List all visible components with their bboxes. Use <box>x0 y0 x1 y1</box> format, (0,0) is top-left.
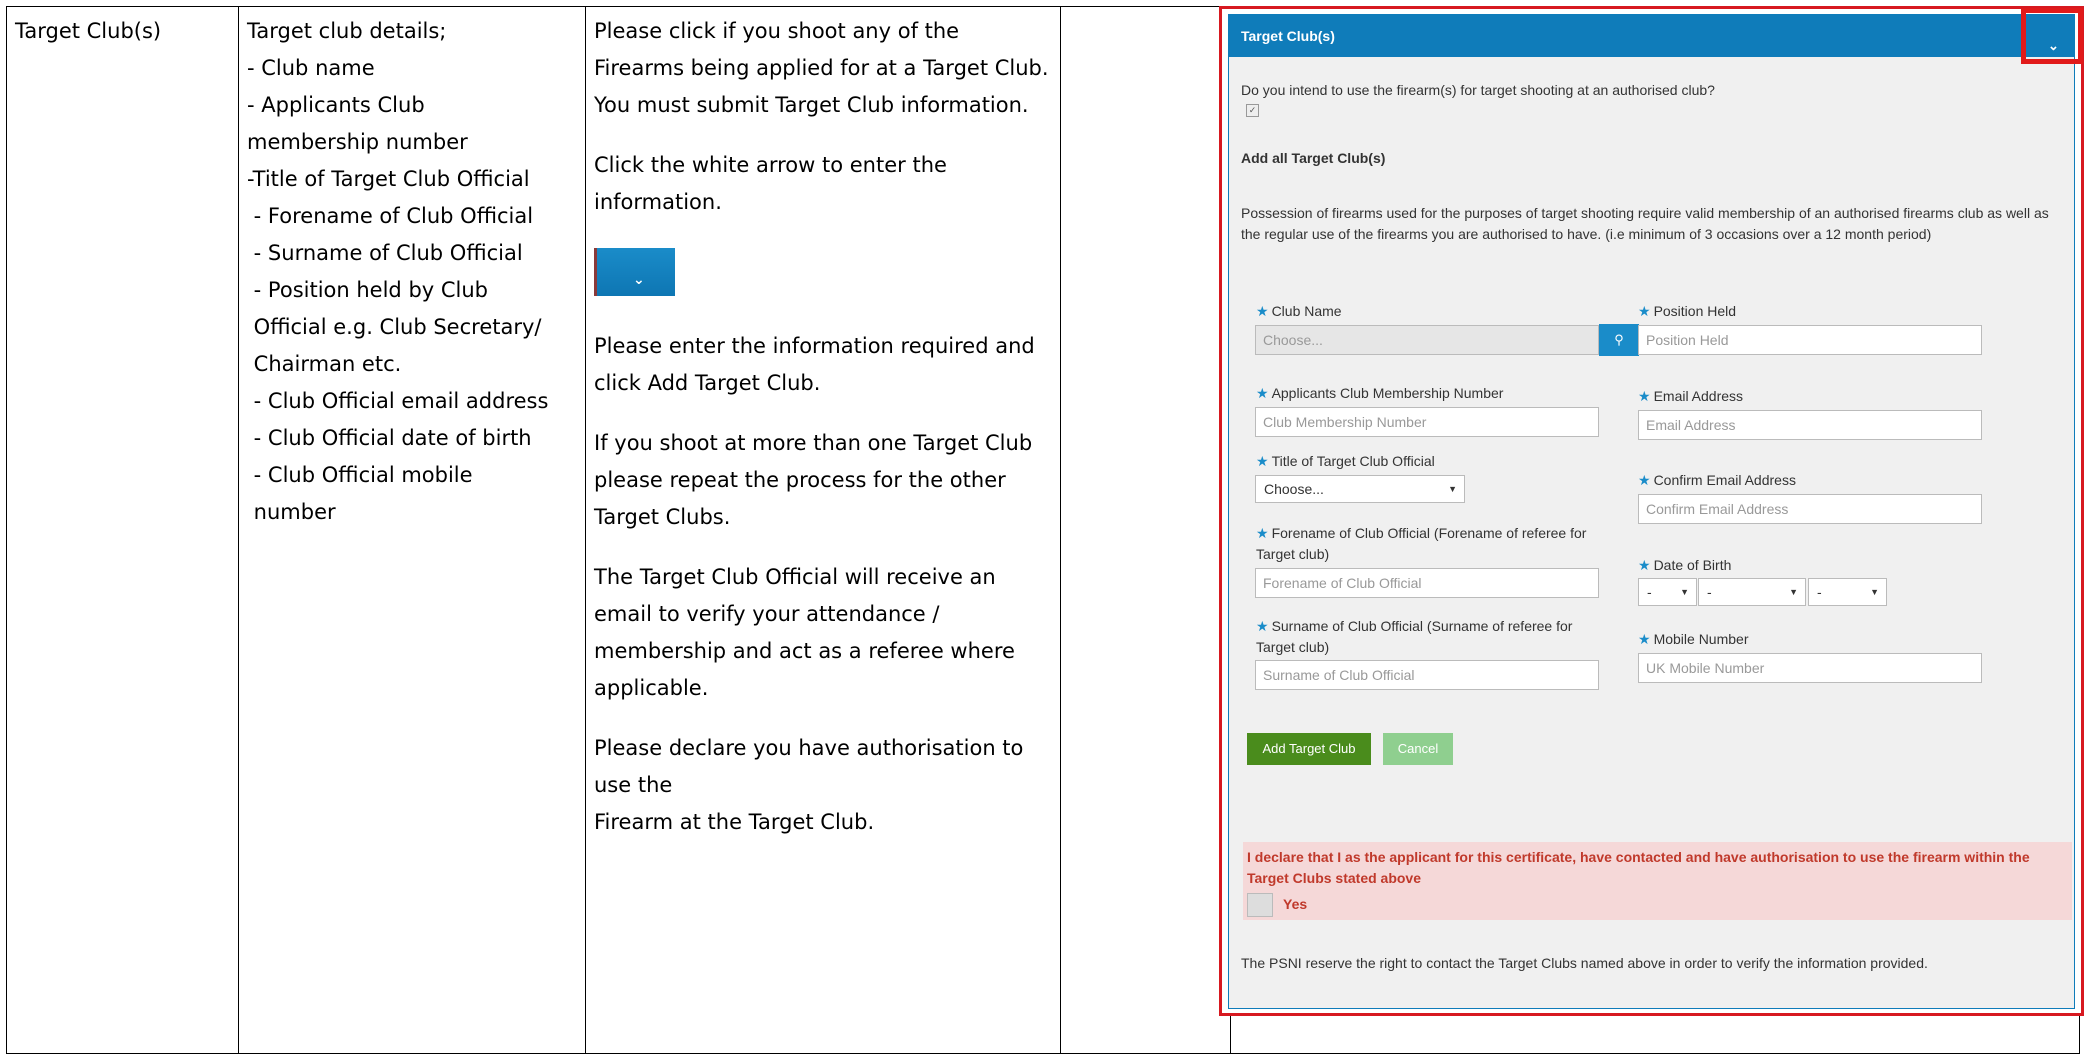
chevron-down-icon: ⌄ <box>2048 38 2059 53</box>
mobile-input[interactable]: UK Mobile Number <box>1638 653 1982 683</box>
instruction-paragraph: Please enter the information required an… <box>594 334 1035 395</box>
surname-input[interactable]: Surname of Club Official <box>1255 660 1599 690</box>
detail-line: -Title of Target Club Official <box>247 167 530 191</box>
add-target-club-button[interactable]: Add Target Club <box>1247 733 1371 765</box>
expand-toggle[interactable]: ⌄ <box>2021 8 2083 64</box>
dropdown-arrow-icon: ▼ <box>1680 587 1689 597</box>
empty-cell <box>1060 6 1231 1054</box>
club-search-button[interactable]: ⚲ <box>1599 324 1639 356</box>
target-club-panel: Target Club(s) ⌄ Do you intend to use th… <box>1228 8 2083 1009</box>
instruction-paragraph: Please declare you have authorisation to… <box>594 736 1024 797</box>
detail-line: membership number <box>247 130 468 154</box>
declaration-text: I declare that I as the applicant for th… <box>1247 849 2030 886</box>
details-cell: Target club details; - Club name - Appli… <box>238 6 586 1054</box>
required-icon: ★ <box>1256 453 1269 469</box>
detail-line: Chairman etc. <box>247 352 402 376</box>
psni-footer-note: The PSNI reserve the right to contact th… <box>1241 955 1928 971</box>
screenshot-frame: Target Club(s) ⌄ Do you intend to use th… <box>1219 6 2084 1016</box>
detail-line: Official e.g. Club Secretary/ <box>247 315 542 339</box>
possession-note: Possession of firearms used for the purp… <box>1241 205 2049 242</box>
detail-line: - Applicants Club <box>247 93 425 117</box>
confirm-email-input[interactable]: Confirm Email Address <box>1638 494 1982 524</box>
required-icon: ★ <box>1638 388 1651 404</box>
add-heading: Add all Target Club(s) <box>1241 150 1386 166</box>
detail-line: - Club name <box>247 56 375 80</box>
confirm-email-label: ★ Confirm Email Address <box>1638 472 1796 488</box>
detail-line: - Club Official mobile <box>247 463 473 487</box>
detail-line: - Position held by Club <box>247 278 489 302</box>
arrow-button-example: ⌄ <box>594 248 675 296</box>
forename-label: ★ Forename of Club Official (Forename of … <box>1256 525 1587 562</box>
dropdown-arrow-icon: ▼ <box>1870 587 1879 597</box>
declaration-box: I declare that I as the applicant for th… <box>1243 842 2072 920</box>
club-name-input[interactable]: Choose... <box>1255 325 1599 355</box>
required-icon: ★ <box>1638 631 1651 647</box>
detail-line: - Club Official email address <box>247 389 549 413</box>
required-icon: ★ <box>1638 303 1651 319</box>
email-label: ★ Email Address <box>1638 388 1744 404</box>
instruction-paragraph: The Target Club Official will receive an… <box>594 565 1015 700</box>
dob-year-select[interactable]: - ▼ <box>1808 578 1887 606</box>
instruction-paragraph: If you shoot at more than one Target Clu… <box>594 431 1033 529</box>
title-label: ★ Title of Target Club Official <box>1256 453 1435 469</box>
yes-label: Yes <box>1283 896 1308 912</box>
yes-checkbox[interactable] <box>1247 893 1273 917</box>
detail-line: - Forename of Club Official <box>247 204 534 228</box>
panel-title: Target Club(s) <box>1241 28 1335 44</box>
chevron-down-icon: ⌄ <box>633 272 645 288</box>
forename-input[interactable]: Forename of Club Official <box>1255 568 1599 598</box>
position-label: ★ Position Held <box>1638 303 1737 319</box>
title-select[interactable]: Choose... ▼ <box>1255 475 1465 503</box>
instruction-paragraph: Firearm at the Target Club. <box>594 810 875 834</box>
detail-line: - Surname of Club Official <box>247 241 523 265</box>
instruction-paragraph: Please click if you shoot any of the Fir… <box>594 19 1049 117</box>
dropdown-arrow-icon: ▼ <box>1448 484 1457 494</box>
club-name-label: ★ Club Name <box>1256 303 1342 319</box>
required-icon: ★ <box>1256 618 1269 634</box>
dob-label: ★ Date of Birth <box>1638 557 1732 573</box>
required-icon: ★ <box>1638 557 1651 573</box>
membership-label: ★ Applicants Club Membership Number <box>1256 385 1504 401</box>
search-icon: ⚲ <box>1614 332 1624 347</box>
position-input[interactable]: Position Held <box>1638 325 1982 355</box>
surname-label: ★ Surname of Club Official (Surname of re… <box>1256 618 1573 655</box>
cancel-button[interactable]: Cancel <box>1383 733 1453 765</box>
required-icon: ★ <box>1256 525 1269 541</box>
intent-checkbox[interactable]: ✓ <box>1246 104 1259 117</box>
dropdown-arrow-icon: ▼ <box>1789 587 1798 597</box>
section-cell: Target Club(s) <box>6 6 239 1054</box>
required-icon: ★ <box>1638 472 1651 488</box>
dob-day-select[interactable]: - ▼ <box>1638 578 1697 606</box>
required-icon: ★ <box>1256 385 1269 401</box>
panel-header[interactable]: Target Club(s) ⌄ <box>1229 8 2083 64</box>
instruction-paragraph: Click the white arrow to enter the infor… <box>594 153 947 214</box>
intent-question: Do you intend to use the firearm(s) for … <box>1241 82 1715 98</box>
detail-line: Target club details; <box>247 19 447 43</box>
instructions-cell: Please click if you shoot any of the Fir… <box>585 6 1061 1054</box>
detail-line: number <box>247 500 336 524</box>
membership-input[interactable]: Club Membership Number <box>1255 407 1599 437</box>
detail-line: - Club Official date of birth <box>247 426 532 450</box>
section-title: Target Club(s) <box>15 19 162 43</box>
mobile-label: ★ Mobile Number <box>1638 631 1749 647</box>
dob-month-select[interactable]: - ▼ <box>1698 578 1806 606</box>
required-icon: ★ <box>1256 303 1269 319</box>
email-input[interactable]: Email Address <box>1638 410 1982 440</box>
